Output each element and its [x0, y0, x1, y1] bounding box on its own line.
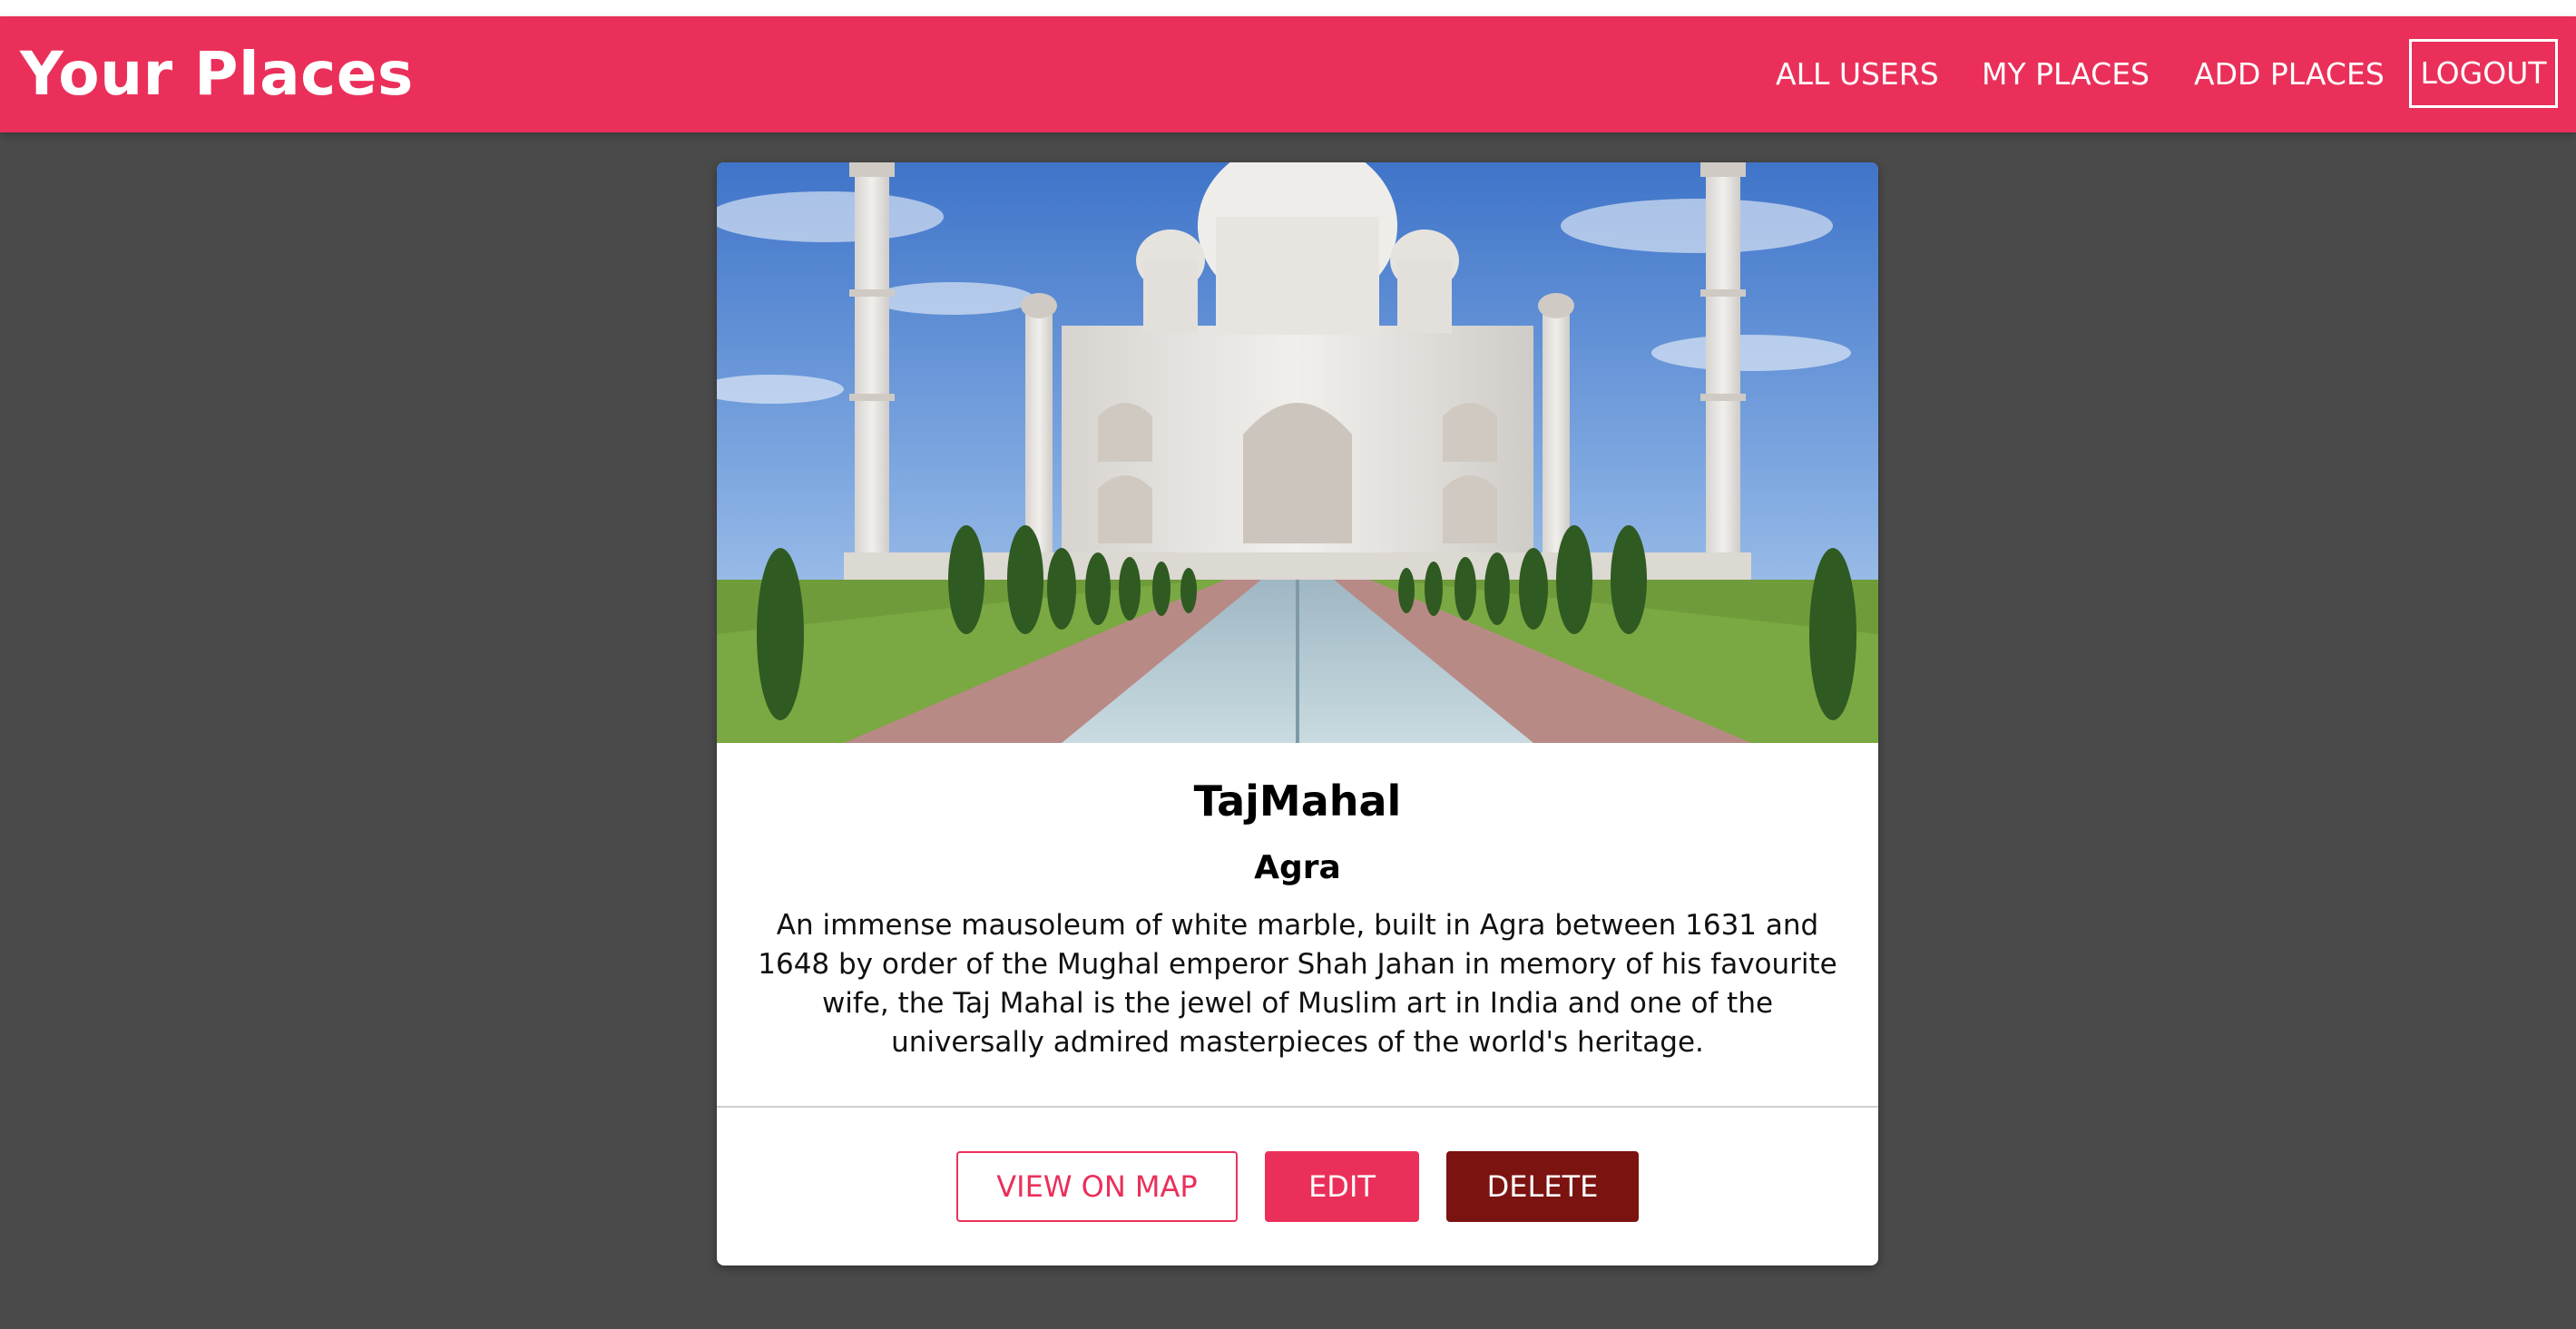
- nav-link-my-places[interactable]: MY PLACES: [1982, 16, 2150, 132]
- nav-link-all-users[interactable]: ALL USERS: [1776, 16, 1939, 132]
- top-strip: [0, 0, 2576, 16]
- brand-title[interactable]: Your Places: [20, 36, 414, 112]
- place-description: An immense mausoleum of white marble, bu…: [758, 909, 1837, 1059]
- logout-button[interactable]: LOGOUT: [2409, 39, 2558, 108]
- edit-button[interactable]: EDIT: [1265, 1151, 1419, 1222]
- nav-link-add-places[interactable]: ADD PLACES: [2194, 16, 2385, 132]
- card-divider: [717, 1106, 1878, 1108]
- view-on-map-button[interactable]: VIEW ON MAP: [956, 1151, 1238, 1222]
- delete-button[interactable]: DELETE: [1446, 1151, 1639, 1222]
- main-header: Your Places ALL USERS MY PLACES ADD PLAC…: [0, 16, 2576, 132]
- place-address: Agra: [1254, 849, 1341, 886]
- place-title: TajMahal: [1193, 777, 1402, 826]
- place-image: [717, 162, 1878, 743]
- place-card: TajMahal Agra An immense mausoleum of wh…: [717, 162, 1878, 1265]
